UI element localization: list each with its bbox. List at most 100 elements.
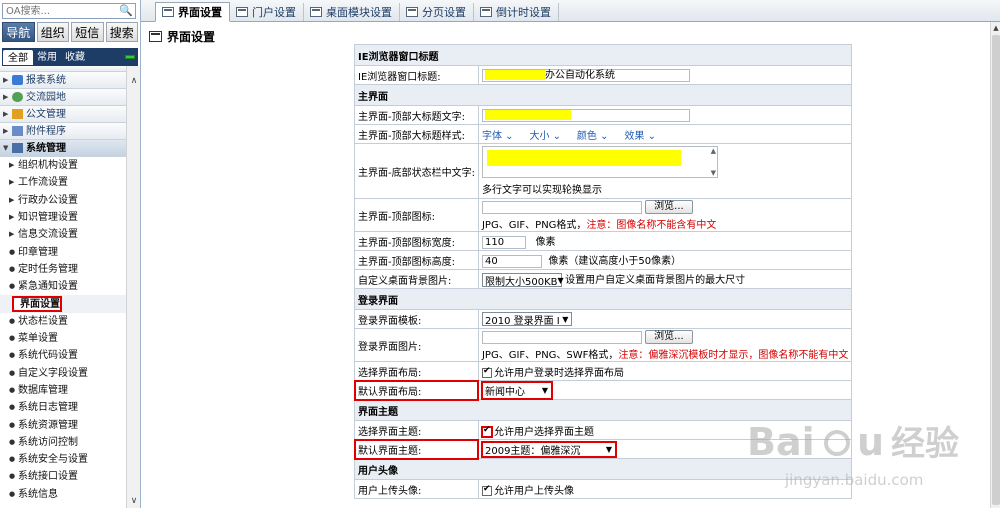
nav-item-sys-log[interactable]: ● 系统日志管理: [0, 399, 126, 416]
nav-item-workflow[interactable]: ▶ 工作流设置: [0, 174, 126, 191]
field-label: 默认界面布局:: [353, 379, 480, 401]
subtab-favorites[interactable]: 收藏: [61, 50, 89, 65]
expand-arrow-icon: ▶: [3, 109, 9, 118]
tab-paging-settings[interactable]: 分页设置: [400, 3, 474, 21]
textarea-scroll-down-icon[interactable]: ▼: [711, 169, 716, 177]
search-icon[interactable]: 🔍: [119, 4, 133, 17]
field-value: ▲ ▼ 多行文字可以实现轮换显示: [477, 143, 853, 199]
tab-desktop-module-settings[interactable]: 桌面模块设置: [304, 3, 400, 21]
nav-item-ui-settings-row: ●界面设置: [0, 295, 126, 313]
theme-choose-checkbox[interactable]: [480, 425, 493, 438]
nav-item-sys-info[interactable]: ● 系统信息: [0, 486, 126, 503]
tab-ui-settings[interactable]: 界面设置: [155, 2, 230, 22]
nav-item-database[interactable]: ● 数据库管理: [0, 382, 126, 399]
nav-item-custom-fields[interactable]: ● 自定义字段设置: [0, 365, 126, 382]
login-img-format-text: JPG、GIF、PNG、SWF格式，: [481, 350, 619, 361]
nav-group-reports[interactable]: ▶ 报表系统: [0, 72, 126, 89]
nav-group-system[interactable]: ▼ 系统管理: [0, 140, 126, 157]
tab-countdown-settings[interactable]: 倒计时设置: [474, 3, 559, 21]
layout-choose-checkbox[interactable]: [481, 366, 492, 378]
scroll-up-icon[interactable]: ▲: [991, 24, 1000, 32]
nav-item-knowledge[interactable]: ▶ 知识管理设置: [0, 209, 126, 226]
window-icon: [162, 7, 174, 17]
layout-default-select[interactable]: 新闻中心 ▼: [480, 380, 553, 400]
nav-item-interface[interactable]: ● 系统接口设置: [0, 468, 126, 485]
ie-title-input[interactable]: 办公自动化系统: [481, 68, 690, 82]
tab-navigation[interactable]: 导航: [2, 22, 35, 42]
login-image-file-input[interactable]: [481, 330, 642, 344]
nav-item-timed-tasks[interactable]: ● 定时任务管理: [0, 261, 126, 278]
style-size-label: 大小: [529, 130, 550, 142]
icon-width-input[interactable]: 110: [481, 235, 526, 249]
style-effect-dropdown[interactable]: 效果 ⌄: [624, 131, 656, 142]
icon-height-input[interactable]: 40: [481, 254, 542, 268]
unit-text: 像素（建议高度小于50像素）: [548, 256, 682, 268]
nav-item-admin-office[interactable]: ▶ 行政办公设置: [0, 192, 126, 209]
nav-item-access-control[interactable]: ● 系统访问控制: [0, 434, 126, 451]
field-label: 登录界面图片:: [354, 328, 479, 362]
nav-scrollbar[interactable]: ∧ ∨: [126, 66, 140, 508]
nav-item-sys-code[interactable]: ● 系统代码设置: [0, 347, 126, 364]
browse-button[interactable]: 浏览...: [645, 330, 693, 344]
nav-group-community[interactable]: ▶ 交流园地: [0, 89, 126, 106]
nav-group-documents[interactable]: ▶ 公文管理: [0, 106, 126, 123]
nav-item-label: 状态栏设置: [18, 315, 68, 327]
field-value: 40 像素（建议高度小于50像素）: [477, 250, 853, 270]
oa-search-input[interactable]: [3, 4, 121, 19]
section-ie-title: IE浏览器窗口标题: [353, 44, 853, 66]
style-font-dropdown[interactable]: 字体 ⌄: [482, 131, 514, 142]
textarea-scroll-up-icon[interactable]: ▲: [711, 147, 716, 155]
checkbox-label: 允许用户上传头像: [493, 485, 574, 497]
field-value: 允许用户登录时选择界面布局: [477, 361, 853, 381]
field-label: 主界面-顶部图标:: [354, 198, 479, 232]
nav-item-urgent-notice[interactable]: ● 紧急通知设置: [0, 278, 126, 295]
nav-item-security[interactable]: ● 系统安全与设置: [0, 451, 126, 468]
tab-sms[interactable]: 短信: [71, 22, 104, 42]
style-color-dropdown[interactable]: 颜色 ⌄: [577, 131, 609, 142]
tab-organization[interactable]: 组织: [36, 22, 69, 42]
tab-label: 倒计时设置: [496, 5, 551, 19]
avatar-checkbox[interactable]: [481, 484, 492, 496]
scroll-down-icon[interactable]: ∨: [127, 494, 140, 508]
dot-bullet-icon: ●: [9, 368, 16, 377]
nav-group-attachments[interactable]: ▶ 附件程序: [0, 123, 126, 140]
oa-search-box[interactable]: 🔍: [2, 3, 136, 19]
browse-button[interactable]: 浏览...: [645, 200, 693, 214]
page-title-text: 界面设置: [167, 30, 216, 44]
nav-item-status-bar[interactable]: ● 状态栏设置: [0, 313, 126, 330]
nav-item-menu[interactable]: ● 菜单设置: [0, 330, 126, 347]
tab-label: 分页设置: [422, 5, 466, 19]
bg-size-select[interactable]: 限制大小500KB ▼: [481, 273, 564, 288]
nav-item-info-exchange[interactable]: ▶ 信息交流设置: [0, 226, 126, 243]
status-bar-textarea[interactable]: ▲ ▼: [481, 146, 718, 178]
top-icon-file-input[interactable]: [481, 200, 642, 214]
scroll-up-icon[interactable]: ∧: [127, 74, 140, 88]
row-layout-choose: 选择界面布局: 允许用户登录时选择界面布局: [354, 361, 853, 381]
nav-scroll-area: ▶ 报表系统 ▶ 交流园地 ▶ 公文管理 ▶ 附件程序 ▼ 系统管理 ▶ 组织机…: [0, 66, 140, 508]
nav-item-label: 系统信息: [18, 488, 58, 500]
window-icon: [406, 7, 418, 17]
nav-item-org[interactable]: ▶ 组织机构设置: [0, 157, 126, 174]
subtab-common[interactable]: 常用: [33, 50, 61, 65]
baidu-jingyan-watermark: Bai u 经验 jingyan.baidu.com: [745, 415, 995, 505]
tab-portal-settings[interactable]: 门户设置: [230, 3, 304, 21]
style-size-dropdown[interactable]: 大小 ⌄: [529, 131, 561, 142]
subtab-all[interactable]: 全部: [3, 49, 33, 65]
status-bar-hint: 多行文字可以实现轮换显示: [481, 185, 602, 196]
theme-default-select[interactable]: 2009主题：偏雅深沉 ▼: [480, 440, 617, 458]
checkbox-label: 允许用户选择界面主题: [493, 426, 594, 438]
field-value: 限制大小500KB ▼ 设置用户自定义桌面背景图片的最大尺寸: [477, 269, 853, 289]
nav-item-seal[interactable]: ● 印章管理: [0, 243, 126, 260]
main-big-title-input[interactable]: [481, 108, 690, 122]
tab-label: 桌面模块设置: [326, 5, 392, 19]
nav-item-label: 组织机构设置: [18, 160, 78, 172]
nav-item-ui-settings[interactable]: ●界面设置: [12, 296, 62, 313]
nav-item-label: 印章管理: [18, 246, 58, 258]
tab-label: 门户设置: [252, 5, 296, 19]
row-ie-title: IE浏览器窗口标题: 办公自动化系统: [354, 65, 853, 85]
system-icon: [12, 143, 23, 153]
dot-bullet-icon: ●: [9, 316, 16, 325]
nav-item-sys-resources[interactable]: ● 系统资源管理: [0, 416, 126, 433]
login-template-select[interactable]: 2010 登录界面 I ▼: [481, 312, 572, 327]
tab-search[interactable]: 搜索: [105, 22, 138, 42]
